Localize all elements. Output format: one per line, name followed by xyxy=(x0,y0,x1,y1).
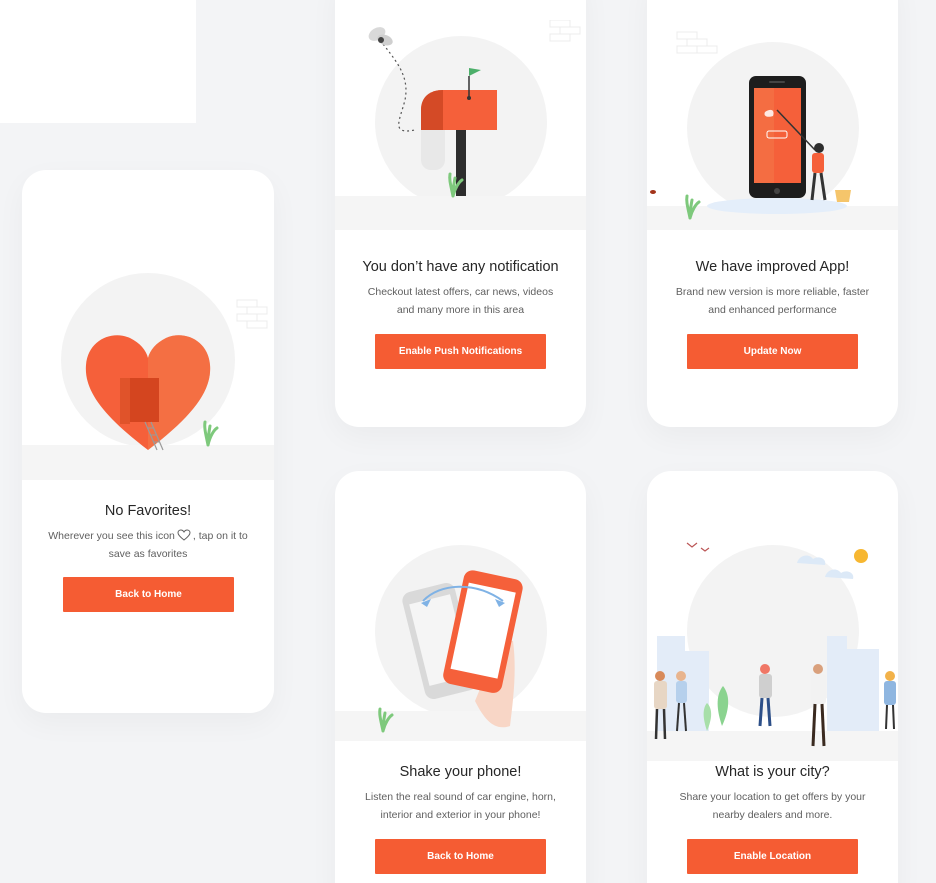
enable-push-notifications-button[interactable]: Enable Push Notifications xyxy=(375,334,546,369)
mailbox-illustration xyxy=(335,20,586,230)
card-description: Wherever you see this icon , tap on it to… xyxy=(32,527,264,563)
update-app-card: We have improved App! Brand new version … xyxy=(647,0,898,427)
description-line-1: Checkout latest offers, car news, videos xyxy=(367,286,554,298)
description-line-2: nearby dealers and more. xyxy=(712,809,833,821)
notification-card: You don’t have any notification Checkout… xyxy=(335,0,586,427)
shake-phone-illustration xyxy=(335,545,586,741)
text-before-icon: Wherever you see this icon xyxy=(48,530,175,542)
card-title: No Favorites! xyxy=(104,503,192,519)
card-description: Listen the real sound of car engine, hor… xyxy=(345,788,576,824)
shake-phone-card: Shake your phone! Listen the real sound … xyxy=(335,471,586,883)
text-after-icon: , tap on it to xyxy=(192,530,248,542)
back-to-home-button[interactable]: Back to Home xyxy=(375,839,546,874)
no-favorites-card: No Favorites! Wherever you see this icon… xyxy=(22,170,274,713)
heart-outline-icon xyxy=(177,529,191,541)
update-now-button[interactable]: Update Now xyxy=(687,334,858,369)
description-line-1: Listen the real sound of car engine, hor… xyxy=(365,791,556,803)
person-5 xyxy=(884,671,896,730)
white-block xyxy=(0,0,196,123)
card-title: What is your city? xyxy=(715,764,830,780)
enable-location-button[interactable]: Enable Location xyxy=(687,839,858,874)
description-line-2: interior and exterior in your phone! xyxy=(380,809,541,821)
card-title: We have improved App! xyxy=(695,259,850,275)
back-to-home-button[interactable]: Back to Home xyxy=(63,577,234,612)
description-line-1: Brand new version is more reliable, fast… xyxy=(675,286,870,298)
select-city-card: What is your city? Share your location t… xyxy=(647,471,898,883)
card-description: Share your location to get offers by you… xyxy=(657,788,888,824)
card-title: You don’t have any notification xyxy=(362,259,559,275)
card-description: Checkout latest offers, car news, videos… xyxy=(345,283,576,319)
description-line-2: and many more in this area xyxy=(396,304,525,316)
description-line-1: Wherever you see this icon , tap on it to xyxy=(32,527,264,545)
phone-painter-illustration xyxy=(647,31,898,230)
description-line-2: and enhanced performance xyxy=(708,304,837,316)
description-line-1: Share your location to get offers by you… xyxy=(679,791,866,803)
description-line-2: save as favorites xyxy=(108,548,188,560)
card-title: Shake your phone! xyxy=(399,764,522,780)
card-description: Brand new version is more reliable, fast… xyxy=(657,283,888,319)
city-people-illustration xyxy=(647,542,898,761)
heart-door-illustration xyxy=(22,273,274,480)
